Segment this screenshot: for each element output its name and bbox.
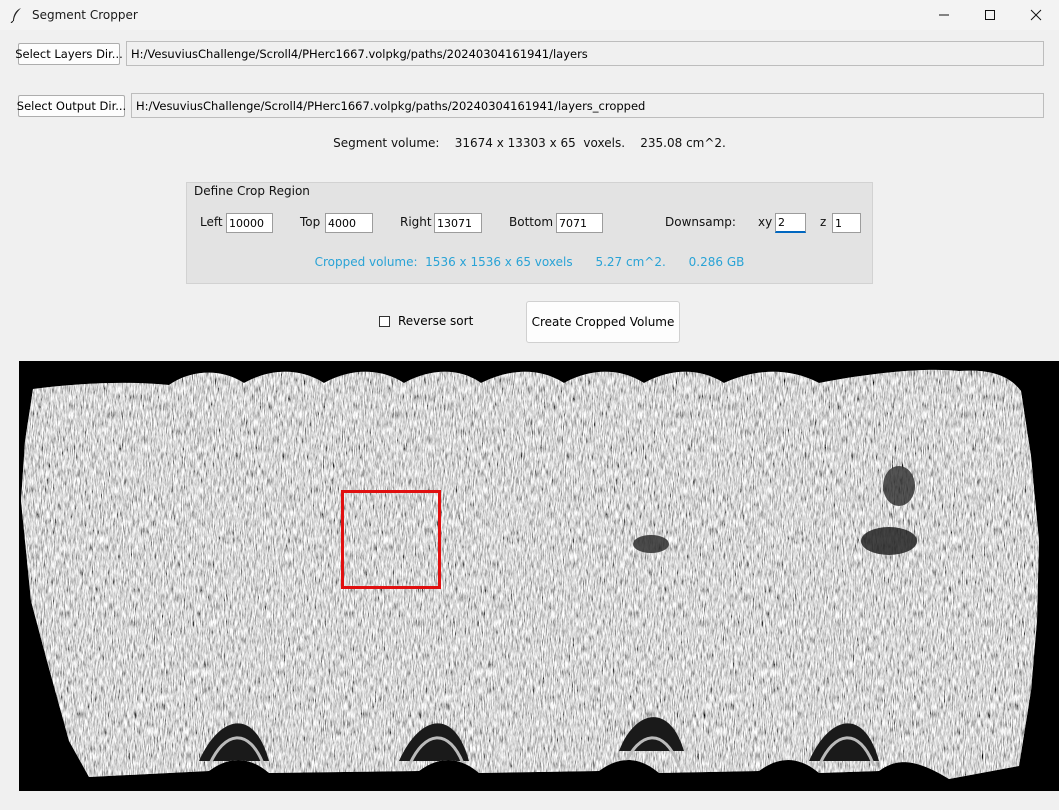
cropped-volume-info: Cropped volume: 1536 x 1536 x 65 voxels … (314, 255, 745, 269)
output-path-field[interactable]: H:/VesuviusChallenge/Scroll4/PHerc1667.v… (131, 93, 1044, 118)
bottom-label: Bottom (509, 215, 554, 229)
reverse-sort-label: Reverse sort (398, 314, 474, 328)
top-label: Top (300, 215, 321, 229)
segment-volume-info: Segment volume: 31674 x 13303 x 65 voxel… (333, 136, 726, 150)
select-layers-dir-button[interactable]: Select Layers Dir... (15, 43, 123, 65)
checkbox-box[interactable] (379, 315, 390, 327)
title-bar: Segment Cropper (0, 0, 1059, 30)
segment-preview-canvas[interactable] (19, 361, 1059, 791)
right-input[interactable]: 13071 (434, 213, 482, 233)
reverse-sort-checkbox[interactable]: Reverse sort (379, 314, 473, 328)
right-label: Right (400, 215, 432, 229)
left-input[interactable]: 10000 (226, 213, 273, 233)
layers-path-field[interactable]: H:/VesuviusChallenge/Scroll4/PHerc1667.v… (126, 41, 1044, 66)
minimize-icon (939, 14, 949, 16)
maximize-button[interactable] (967, 0, 1013, 30)
top-input[interactable]: 4000 (325, 213, 373, 233)
maximize-icon (985, 10, 995, 20)
window-title: Segment Cropper (32, 8, 138, 22)
crop-region-rectangle[interactable] (341, 490, 441, 589)
xy-label: xy (758, 215, 773, 229)
select-output-dir-button[interactable]: Select Output Dir... (17, 95, 126, 117)
z-label: z (820, 215, 827, 229)
crop-region-title: Define Crop Region (194, 184, 310, 198)
bottom-input[interactable]: 7071 (556, 213, 603, 233)
feather-icon (10, 7, 24, 24)
crop-region-frame: Define Crop Region Left 10000 Top 4000 R… (186, 182, 873, 284)
xy-downsample-input[interactable]: 2 (775, 213, 806, 233)
close-button[interactable] (1013, 0, 1059, 30)
z-downsample-input[interactable]: 1 (832, 213, 861, 233)
segment-image (19, 361, 1059, 791)
left-label: Left (200, 215, 223, 229)
close-icon (1030, 9, 1042, 21)
minimize-button[interactable] (921, 0, 967, 30)
downsamp-label: Downsamp: (665, 215, 736, 229)
create-cropped-volume-button[interactable]: Create Cropped Volume (526, 301, 680, 343)
